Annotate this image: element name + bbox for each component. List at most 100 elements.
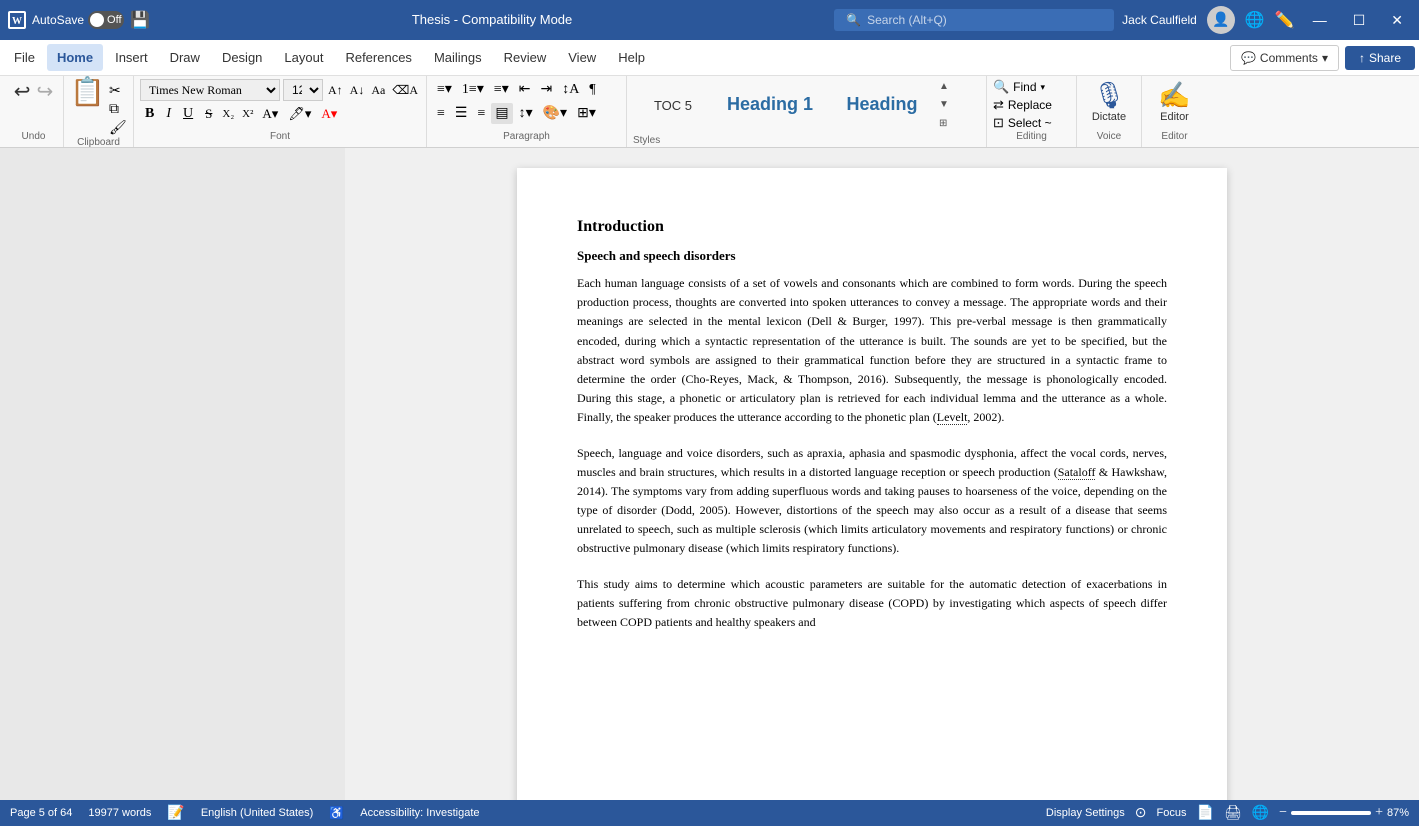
word-count[interactable]: 19977 words: [88, 807, 151, 819]
right-panel: [1399, 148, 1419, 800]
select-btn[interactable]: ⊡ Select ~: [993, 115, 1052, 131]
web-layout-icon[interactable]: 🌐: [1252, 805, 1269, 822]
zoom-value[interactable]: 87%: [1387, 807, 1409, 819]
menu-references[interactable]: References: [335, 44, 421, 71]
styles-expand[interactable]: ⊞: [939, 118, 949, 129]
align-left-btn[interactable]: ≡: [433, 104, 449, 124]
focus-label[interactable]: Focus: [1157, 807, 1187, 819]
strikethrough-btn[interactable]: S: [200, 104, 217, 124]
search-input[interactable]: [867, 13, 1087, 27]
menu-draw[interactable]: Draw: [160, 44, 210, 71]
search-box[interactable]: 🔍: [834, 9, 1114, 31]
page-info[interactable]: Page 5 of 64: [10, 807, 72, 819]
undo-icon[interactable]: ↩: [14, 79, 31, 104]
font-name-select[interactable]: Times New Roman: [140, 79, 280, 101]
focus-icon[interactable]: ⊙: [1135, 805, 1147, 822]
subscript-btn[interactable]: X₂: [219, 106, 237, 122]
zoom-slider[interactable]: [1291, 811, 1371, 815]
comments-button[interactable]: 💬 Comments ▾: [1230, 45, 1339, 71]
citation-sataloff: Sataloff: [1058, 465, 1096, 480]
line-spacing-btn[interactable]: ↕▾: [515, 103, 537, 124]
decrease-indent-btn[interactable]: ⇤: [515, 79, 535, 100]
autosave-label: AutoSave: [32, 13, 84, 27]
editor-btn[interactable]: ✍ Editor: [1156, 79, 1192, 125]
print-layout-icon[interactable]: 🖨: [1224, 805, 1242, 822]
clear-format-icon[interactable]: ⌫A: [390, 81, 420, 100]
style-toc5[interactable]: TOC 5: [633, 90, 713, 121]
pilcrow-btn[interactable]: ¶: [585, 80, 599, 100]
share-button[interactable]: ↑ Share: [1345, 46, 1415, 70]
styles-scroll-down[interactable]: ▼: [939, 99, 949, 110]
display-settings[interactable]: Display Settings: [1046, 807, 1125, 819]
read-mode-icon[interactable]: 📄: [1197, 805, 1214, 822]
clipboard-group: 📋 ✂ ⧉ 🖌 Clipboard: [64, 76, 134, 147]
redo-icon[interactable]: ↪: [37, 79, 54, 104]
globe-icon[interactable]: 🌐: [1245, 10, 1265, 30]
increase-indent-btn[interactable]: ⇥: [537, 79, 557, 100]
style-heading1[interactable]: Heading 1: [715, 90, 825, 121]
find-icon: 🔍: [993, 79, 1009, 95]
cut-icon[interactable]: ✂: [109, 83, 127, 100]
zoom-in-icon[interactable]: +: [1375, 805, 1383, 821]
replace-btn[interactable]: ⇄ Replace: [993, 97, 1052, 113]
decrease-font-icon[interactable]: A↓: [348, 81, 367, 100]
editor-label: Editor: [1161, 131, 1187, 144]
paste-icon[interactable]: 📋: [70, 79, 105, 107]
autosave-toggle[interactable]: Off: [88, 11, 124, 29]
styles-scroll-up[interactable]: ▲: [939, 81, 949, 92]
autosave-state: Off: [107, 14, 121, 26]
bullets-btn[interactable]: ≡▾: [433, 79, 456, 100]
doc-paragraph-3: This study aims to determine which acous…: [577, 575, 1167, 633]
menu-mailings[interactable]: Mailings: [424, 44, 492, 71]
styles-label: Styles: [633, 135, 980, 148]
voice-label: Voice: [1097, 131, 1121, 144]
pen-icon[interactable]: ✏️: [1275, 10, 1295, 30]
menu-review[interactable]: Review: [494, 44, 557, 71]
shading-btn[interactable]: 🎨▾: [539, 103, 571, 124]
find-btn[interactable]: 🔍 Find ▾: [993, 79, 1045, 95]
accessibility-label[interactable]: Accessibility: Investigate: [360, 807, 479, 819]
minimize-btn[interactable]: —: [1305, 8, 1335, 32]
align-center-btn[interactable]: ☰: [451, 103, 472, 124]
italic-btn[interactable]: I: [161, 104, 176, 124]
change-case-icon[interactable]: Aa: [369, 81, 387, 100]
format-painter-icon[interactable]: 🖌: [109, 120, 127, 137]
menu-file[interactable]: File: [4, 44, 45, 71]
proofing-icon[interactable]: 📝: [167, 805, 184, 822]
sort-btn[interactable]: ↕A: [558, 80, 583, 100]
maximize-btn[interactable]: ☐: [1345, 8, 1374, 33]
document-area[interactable]: Introduction Speech and speech disorders…: [345, 148, 1399, 800]
dictate-btn[interactable]: 🎙 Dictate: [1090, 79, 1128, 125]
doc-section-subtitle: Speech and speech disorders: [577, 248, 1167, 264]
underline-btn[interactable]: U: [178, 104, 198, 124]
citation-levelt: Levelt: [937, 410, 968, 425]
style-heading2[interactable]: Heading: [827, 90, 937, 121]
bold-btn[interactable]: B: [140, 104, 159, 124]
text-color-btn[interactable]: A▾: [317, 104, 341, 124]
comments-chevron: ▾: [1322, 51, 1328, 65]
zoom-control: − + 87%: [1279, 805, 1409, 821]
font-color-btn[interactable]: A▾: [258, 104, 282, 124]
font-size-select[interactable]: 12: [283, 79, 323, 101]
justify-btn[interactable]: ▤: [491, 103, 512, 124]
numbering-btn[interactable]: 1≡▾: [458, 79, 488, 100]
multilevel-list-btn[interactable]: ≡▾: [490, 79, 513, 100]
menu-insert[interactable]: Insert: [105, 44, 158, 71]
copy-icon[interactable]: ⧉: [109, 102, 127, 118]
menu-help[interactable]: Help: [608, 44, 655, 71]
borders-btn[interactable]: ⊞▾: [573, 103, 600, 124]
save-icon[interactable]: 💾: [130, 10, 150, 30]
menu-view[interactable]: View: [558, 44, 606, 71]
superscript-btn[interactable]: X²: [239, 106, 256, 122]
menu-design[interactable]: Design: [212, 44, 272, 71]
menu-layout[interactable]: Layout: [274, 44, 333, 71]
increase-font-icon[interactable]: A↑: [326, 81, 345, 100]
menu-home[interactable]: Home: [47, 44, 103, 71]
align-right-btn[interactable]: ≡: [473, 104, 489, 124]
highlight-btn[interactable]: 🖊▾: [284, 104, 315, 124]
zoom-out-icon[interactable]: −: [1279, 805, 1287, 821]
language[interactable]: English (United States): [201, 807, 314, 819]
editing-group: 🔍 Find ▾ ⇄ Replace ⊡ Select ~ Editing: [987, 76, 1077, 147]
accessibility-icon[interactable]: ♿: [329, 806, 344, 821]
close-btn[interactable]: ✕: [1383, 8, 1411, 33]
